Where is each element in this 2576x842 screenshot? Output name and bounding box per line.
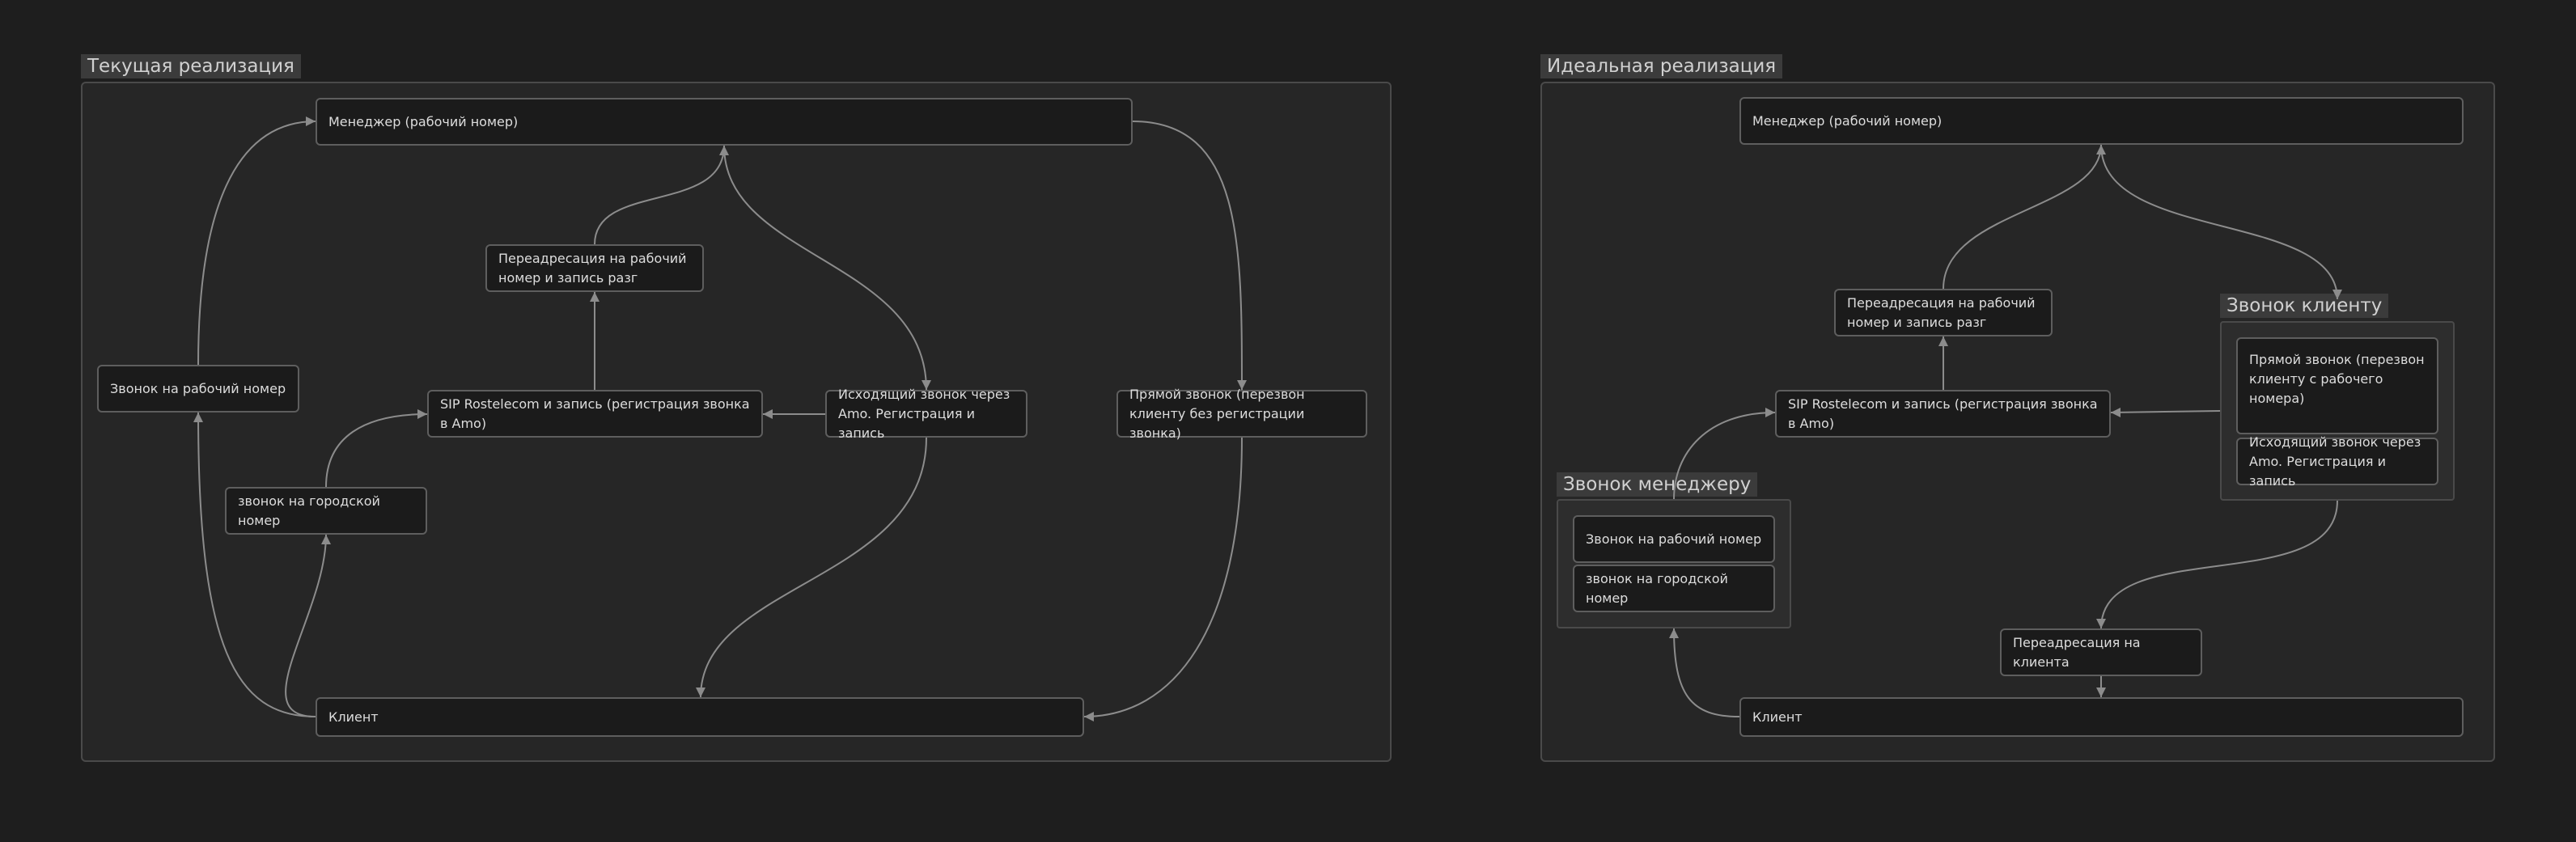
left-node-work-call[interactable]: Звонок на рабочий номер xyxy=(97,365,299,413)
left-node-direct[interactable]: Прямой звонок (перезвон клиенту без реги… xyxy=(1116,387,1367,441)
left-node-client[interactable]: Клиент xyxy=(316,697,1084,737)
call-manager-city-call[interactable]: звонок на городской номер xyxy=(1573,565,1775,612)
left-node-city-call[interactable]: звонок на городской номер xyxy=(225,487,427,535)
call-client-title: Звонок клиенту xyxy=(2220,294,2389,318)
ideal-implementation-title: Идеальная реализация xyxy=(1540,54,1783,78)
right-node-sip[interactable]: SIP Rostelecom и запись (регистрация зво… xyxy=(1775,390,2111,438)
left-node-redirect[interactable]: Переадресация на рабочий номер и запись … xyxy=(485,244,704,292)
right-node-manager[interactable]: Менеджер (рабочий номер) xyxy=(1739,97,2464,145)
left-node-outgoing[interactable]: Исходящий звонок через Amo. Регистрация … xyxy=(825,387,1027,441)
left-node-sip[interactable]: SIP Rostelecom и запись (регистрация зво… xyxy=(427,390,763,438)
call-manager-work-call[interactable]: Звонок на рабочий номер xyxy=(1573,515,1775,563)
right-node-redirect[interactable]: Переадресация на рабочий номер и запись … xyxy=(1834,289,2053,336)
call-client-direct[interactable]: Прямой звонок (перезвон клиенту с рабоче… xyxy=(2236,337,2438,434)
right-node-redirect-client[interactable]: Переадресация на клиента xyxy=(2000,628,2202,676)
left-node-manager[interactable]: Менеджер (рабочий номер) xyxy=(316,98,1133,146)
right-node-client[interactable]: Клиент xyxy=(1739,697,2464,737)
call-client-outgoing[interactable]: Исходящий звонок через Amo. Регистрация … xyxy=(2236,434,2438,489)
call-manager-title: Звонок менеджеру xyxy=(1557,472,1758,497)
current-implementation-title: Текущая реализация xyxy=(81,54,301,78)
